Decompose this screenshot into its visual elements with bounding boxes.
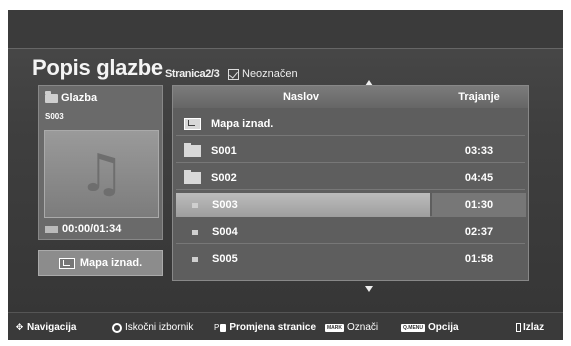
help-mark[interactable]: MARK Označi — [325, 322, 378, 333]
list-item-selected[interactable]: S003 01:30 — [176, 193, 526, 217]
page-indicator: Stranica2/3 — [165, 68, 220, 80]
list-item[interactable]: S005 01:58 — [176, 247, 525, 271]
list-item-duration — [432, 112, 526, 136]
list-item-duration: 04:45 — [464, 172, 494, 184]
page-title: Popis glazbe — [32, 55, 163, 80]
list-item-name-cell: S001 — [176, 139, 430, 163]
help-option[interactable]: Q.MENU Opcija — [401, 322, 459, 333]
folder-up-label: Mapa iznad. — [79, 257, 143, 269]
list-item-name: Mapa iznad. — [211, 118, 274, 130]
footer-help-bar: ✥ Navigacija Iskočni izbornik P Promjena… — [8, 312, 563, 340]
navigation-arrows-icon: ✥ — [15, 322, 24, 332]
music-note-icon: ♫ — [78, 144, 125, 204]
unmarked-filter[interactable]: Neoznačen — [228, 68, 298, 80]
list-item-name-cell: S005 — [176, 247, 430, 271]
list-item-name-cell: Mapa iznad. — [176, 112, 430, 136]
list-item-name: S005 — [212, 253, 238, 265]
list-item-name-cell: S002 — [176, 166, 430, 190]
music-list: Naslov Trajanje Mapa iznad. S001 03:33 S… — [172, 85, 529, 281]
list-item-duration: 03:33 — [464, 145, 494, 157]
qmenu-key-icon: Q.MENU — [401, 323, 425, 332]
folder-icon — [184, 170, 201, 184]
help-mark-label: Označi — [347, 322, 379, 333]
list-item-name: S001 — [211, 145, 237, 157]
page-key-icon — [220, 323, 227, 332]
top-band — [8, 10, 563, 48]
mark-key-icon: MARK — [325, 323, 344, 332]
checkbox-icon[interactable] — [228, 68, 239, 80]
list-item-name: S003 — [212, 199, 238, 211]
page-key-label: P — [214, 323, 220, 332]
help-exit-label: Izlaz — [523, 322, 545, 333]
unmarked-label: Neoznačen — [242, 68, 298, 80]
help-page-change-label: Promjena stranice — [229, 322, 317, 333]
column-title: Naslov — [282, 91, 320, 103]
ok-button-icon — [112, 322, 122, 333]
list-item[interactable]: S001 03:33 — [176, 139, 525, 163]
list-item-name-cell: S003 — [176, 193, 430, 217]
list-item[interactable]: S004 02:37 — [176, 220, 525, 244]
help-navigation[interactable]: ✥ Navigacija — [14, 322, 77, 333]
help-option-label: Opcija — [428, 322, 459, 333]
column-duration: Trajanje — [458, 91, 500, 103]
list-item[interactable]: S002 04:45 — [176, 166, 525, 190]
folder-up-button[interactable]: Mapa iznad. — [38, 250, 163, 276]
music-file-icon — [192, 229, 198, 235]
progress-icon — [45, 225, 58, 233]
table-header: Naslov Trajanje — [173, 86, 528, 108]
list-item-name: S004 — [212, 226, 238, 238]
music-file-icon — [192, 256, 198, 262]
help-page-change[interactable]: P Promjena stranice — [214, 322, 316, 333]
playback-time: 00:00/01:34 — [45, 223, 121, 235]
help-navigation-label: Navigacija — [27, 322, 77, 333]
up-folder-icon — [184, 118, 201, 130]
panel-item-label: S003 — [45, 112, 64, 121]
scroll-down-icon[interactable] — [365, 286, 373, 292]
top-divider — [8, 48, 563, 49]
help-popup-label: Iskočni izbornik — [125, 322, 194, 333]
panel-folder-label: Glazba — [61, 92, 98, 104]
folder-icon — [45, 90, 58, 103]
up-folder-icon — [58, 257, 75, 269]
playback-time-label: 00:00/01:34 — [62, 223, 122, 235]
panel-header: Glazba — [45, 90, 98, 104]
list-item-duration: 01:58 — [464, 253, 494, 265]
exit-icon — [516, 323, 521, 332]
folder-icon — [184, 143, 201, 157]
list-item-folder-up[interactable]: Mapa iznad. — [176, 112, 525, 136]
list-item-duration: 02:37 — [464, 226, 494, 238]
music-file-icon — [192, 202, 198, 208]
list-item-name: S002 — [211, 172, 237, 184]
now-playing-panel: Glazba S003 ♫ 00:00/01:34 — [38, 85, 163, 240]
help-popup-menu[interactable]: Iskočni izbornik — [112, 322, 193, 333]
list-item-duration: 01:30 — [432, 193, 526, 217]
album-art: ♫ — [44, 130, 159, 218]
list-item-name-cell: S004 — [176, 220, 430, 244]
help-exit[interactable]: Izlaz — [516, 322, 544, 333]
